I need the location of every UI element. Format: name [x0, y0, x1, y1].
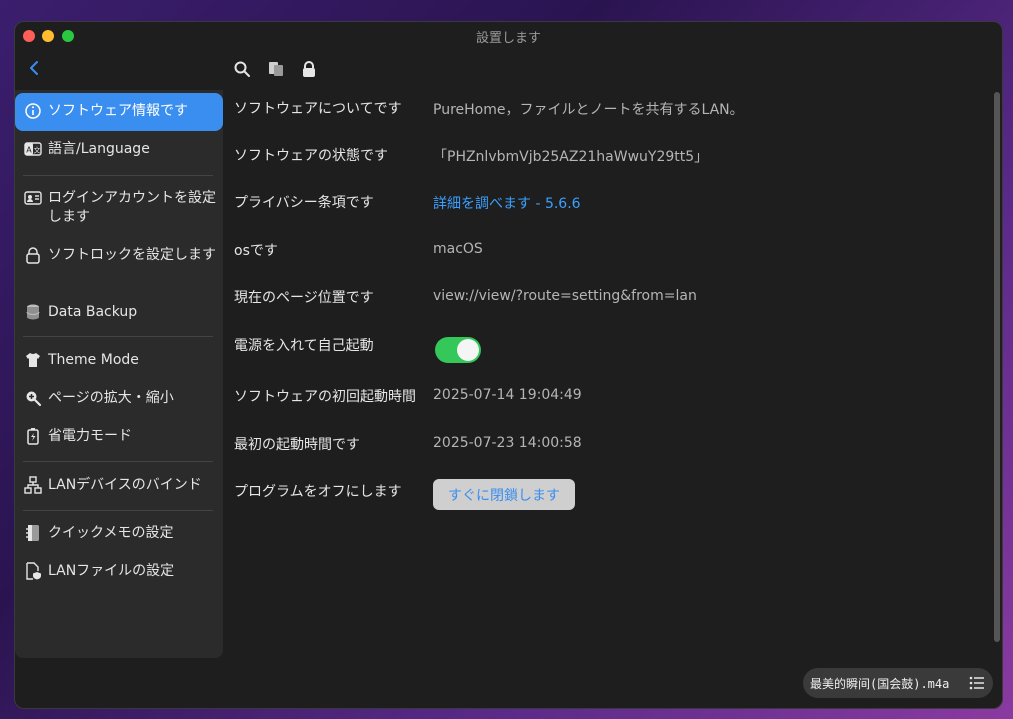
setting-label: osです: [234, 243, 278, 259]
sidebar: ソフトウェア情報です A 文 語言/Language ログインアカウントを設定し…: [15, 90, 223, 658]
setting-value: macOS: [433, 241, 483, 257]
sidebar-item-login-account[interactable]: ログインアカウントを設定します: [15, 189, 223, 227]
translate-icon: A 文: [24, 142, 42, 156]
sidebar-item-label: LANファイルの設定: [48, 563, 175, 579]
database-icon: [26, 304, 40, 320]
sidebar-item-lan-file-settings[interactable]: LANファイルの設定: [15, 562, 223, 581]
title-bar: 設置します: [15, 22, 1002, 50]
search-icon[interactable]: [233, 60, 251, 78]
setting-label: プログラムをオフにします: [234, 484, 402, 500]
sidebar-item-page-zoom[interactable]: ページの拡大・縮小: [15, 389, 223, 408]
sidebar-item-power-saving[interactable]: 省電力モード: [15, 427, 223, 446]
battery-icon: [27, 428, 39, 445]
autostart-toggle[interactable]: [435, 337, 481, 363]
lock-icon: [26, 247, 40, 264]
setting-label: ソフトウェアについてです: [234, 101, 402, 117]
tshirt-icon: [26, 353, 40, 367]
file-shield-icon: [26, 562, 41, 580]
setting-value: 2025-07-14 19:04:49: [433, 387, 582, 403]
setting-row-os: osです macOS: [234, 232, 974, 262]
window-title: 設置します: [475, 31, 541, 46]
sidebar-item-theme-mode[interactable]: Theme Mode: [15, 351, 223, 370]
sidebar-item-software-info[interactable]: ソフトウェア情報です: [15, 93, 223, 131]
setting-value: PureHome，ファイルとノートを共有するLAN。: [433, 102, 744, 118]
lock-icon[interactable]: [300, 60, 318, 78]
setting-row-about: ソフトウェアについてです PureHome，ファイルとノートを共有するLAN。: [234, 90, 974, 120]
sidebar-divider: [23, 336, 213, 337]
setting-row-first-launch: ソフトウェアの初回起動時間 2025-07-14 19:04:49: [234, 378, 974, 408]
sidebar-item-label: 省電力モード: [48, 428, 132, 444]
sidebar-item-label: Theme Mode: [48, 352, 139, 368]
sidebar-divider: [23, 175, 213, 176]
svg-text:A: A: [26, 146, 32, 155]
setting-row-status: ソフトウェアの状態です 「PHZnlvbmVjb25AZ21haWwuY29tt…: [234, 137, 974, 167]
id-card-icon: [24, 191, 42, 205]
sidebar-item-label: クイックメモの設定: [48, 525, 174, 541]
setting-label: 電源を入れて自己起動: [234, 338, 374, 354]
playlist-icon[interactable]: [968, 674, 986, 692]
setting-label: 最初の起動時間です: [234, 437, 360, 453]
sidebar-item-label: ソフトウェア情報です: [48, 103, 188, 119]
setting-row-start-time: 最初の起動時間です 2025-07-23 14:00:58: [234, 426, 974, 456]
privacy-details-link[interactable]: 詳細を調べます - 5.6.6: [433, 193, 581, 213]
setting-value: view://view/?route=setting&from=lan: [433, 288, 697, 304]
close-now-button[interactable]: すぐに閉鎖します: [433, 479, 575, 510]
setting-value: 2025-07-23 14:00:58: [433, 435, 582, 451]
sidebar-item-label: ログインアカウントを設定します: [48, 190, 216, 225]
setting-label: 現在のページ位置です: [234, 290, 374, 306]
setting-row-autostart: 電源を入れて自己起動: [234, 327, 974, 367]
scrollbar[interactable]: [994, 92, 1000, 642]
setting-row-privacy: プライバシー条項です 詳細を調べます - 5.6.6: [234, 184, 974, 214]
sidebar-divider: [23, 461, 213, 462]
sidebar-item-soft-lock[interactable]: ソフトロックを設定します: [15, 246, 223, 265]
back-arrow-icon[interactable]: [27, 60, 43, 76]
copy-icon[interactable]: [267, 60, 285, 78]
setting-label: ソフトウェアの初回起動時間: [234, 389, 416, 405]
setting-value: 「PHZnlvbmVjb25AZ21haWwuY29tt5」: [433, 149, 709, 165]
sidebar-item-label: LANデバイスのバインド: [48, 477, 202, 493]
sidebar-item-label: Data Backup: [48, 304, 138, 320]
sidebar-item-data-backup[interactable]: Data Backup: [15, 303, 223, 322]
zoom-icon: [26, 391, 42, 407]
toggle-knob: [457, 339, 479, 361]
svg-text:文: 文: [34, 146, 41, 155]
network-icon: [24, 476, 42, 494]
setting-label: ソフトウェアの状態です: [234, 148, 388, 164]
sidebar-divider: [23, 510, 213, 511]
info-icon: [25, 103, 41, 119]
sidebar-item-lan-device-binding[interactable]: LANデバイスのバインド: [15, 476, 223, 495]
sidebar-item-language[interactable]: A 文 語言/Language: [15, 140, 223, 159]
setting-row-shutdown: プログラムをオフにします すぐに閉鎖します: [234, 473, 974, 513]
sidebar-item-label: ソフトロックを設定します: [48, 247, 216, 263]
sidebar-item-label: 語言/Language: [48, 141, 150, 157]
sidebar-item-label: ページの拡大・縮小: [48, 390, 174, 406]
setting-label: プライバシー条項です: [234, 195, 374, 211]
mini-player[interactable]: 最美的瞬间(国会鼓).m4a: [803, 668, 993, 698]
setting-row-page-location: 現在のページ位置です view://view/?route=setting&fr…: [234, 279, 974, 309]
sidebar-item-quick-memo[interactable]: クイックメモの設定: [15, 524, 223, 543]
notebook-icon: [26, 525, 39, 541]
app-window: 設置します ソフトウェア情報です A 文 語言/Language ログインアカウ…: [14, 21, 1003, 709]
player-track-title: 最美的瞬间(国会鼓).m4a: [810, 676, 950, 691]
